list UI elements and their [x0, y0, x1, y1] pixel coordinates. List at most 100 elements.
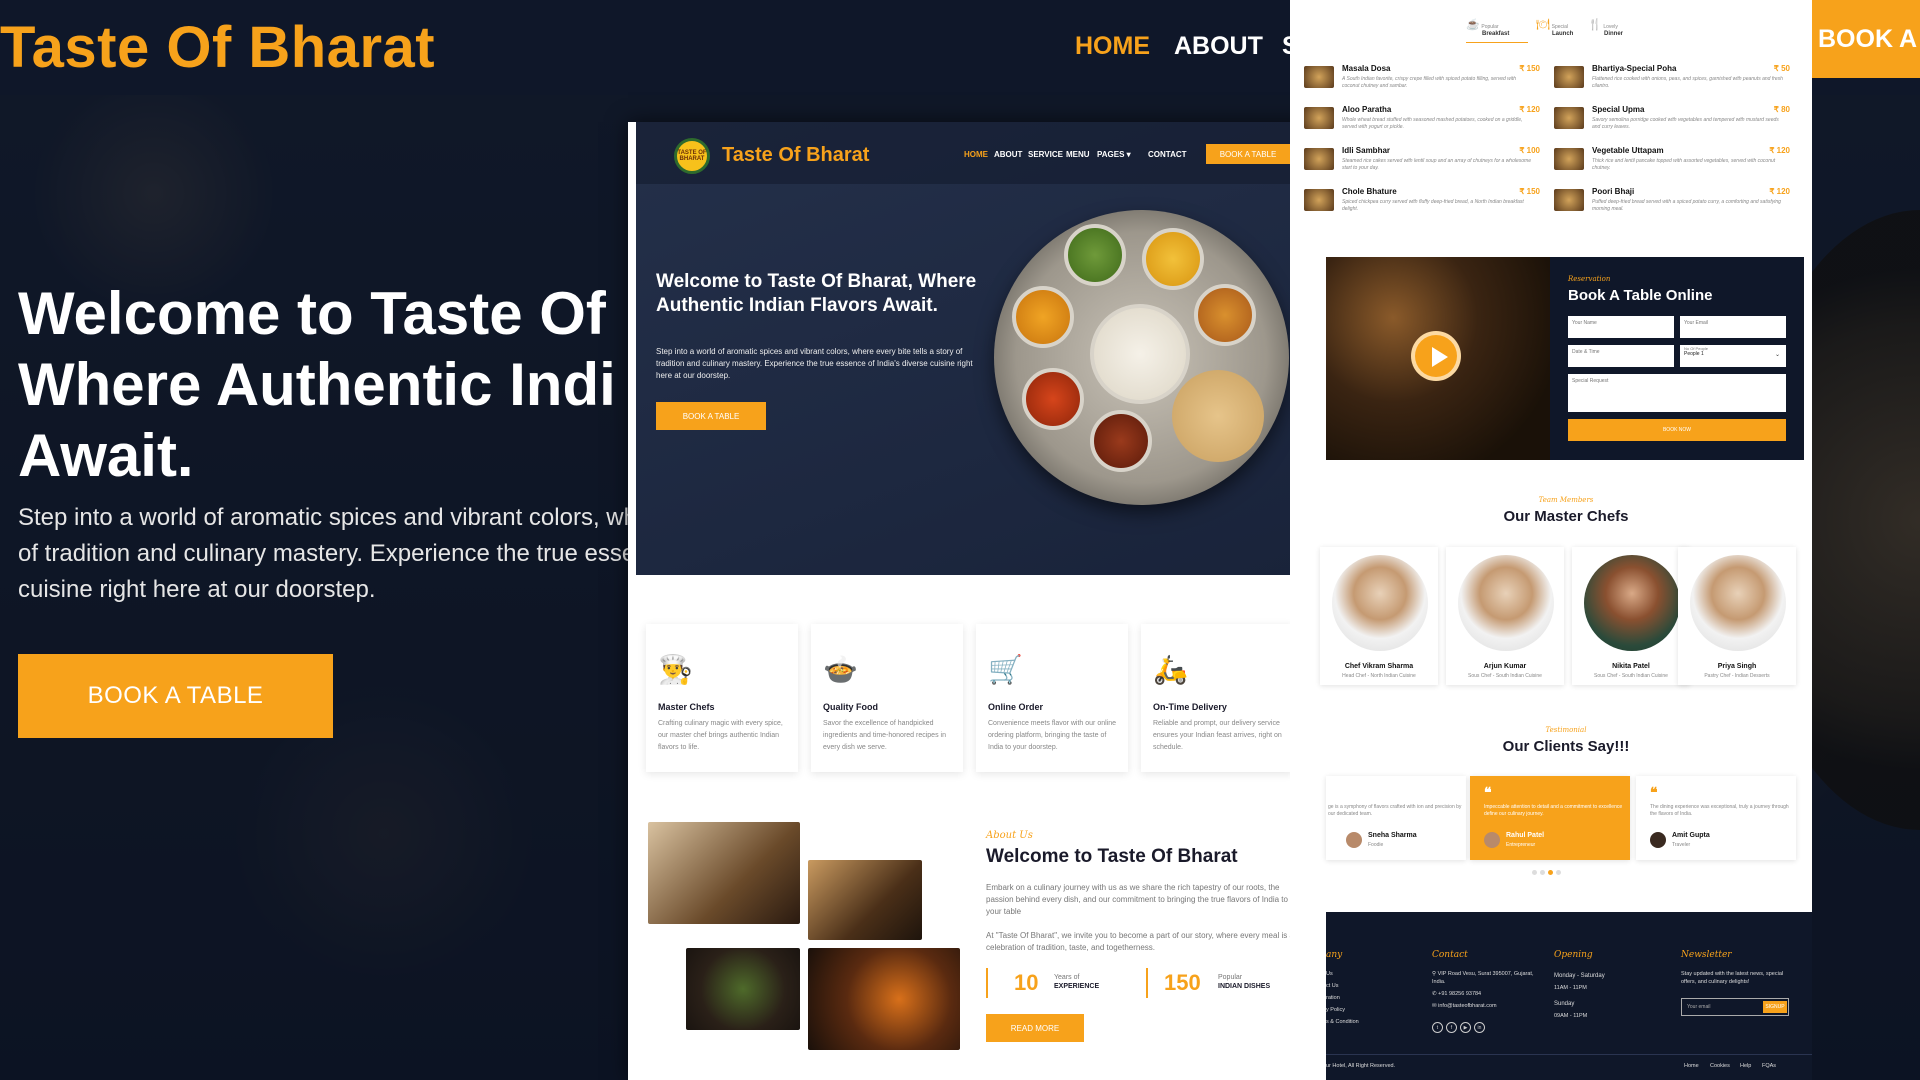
dish-name: Vegetable Uttapam [1592, 146, 1664, 155]
logo-text[interactable]: Taste Of Bharat [722, 144, 869, 167]
read-more-button[interactable]: READ MORE [986, 1014, 1084, 1042]
dish-image [1304, 189, 1334, 211]
breakfast-icon: ☕ [1466, 19, 1480, 31]
bg-book-button[interactable]: BOOK A TABLE [18, 654, 333, 738]
feature-title: Master Chefs [658, 702, 715, 712]
feature-card: 🛵 On-Time Delivery Reliable and prompt, … [1141, 624, 1293, 772]
name-field[interactable]: Your Name [1568, 316, 1674, 338]
chef-role: Head Chef - North Indian Cuisine [1342, 673, 1416, 679]
linkedin-icon[interactable]: in [1474, 1022, 1485, 1033]
footer-address-text: VIP Road Vesu, Surat 395007, Gujarat, In… [1432, 971, 1534, 985]
thali-image [994, 210, 1289, 505]
hero-text: Step into a world of aromatic spices and… [656, 347, 973, 380]
nav-home[interactable]: HOME [964, 150, 988, 159]
signup-button[interactable]: SIGNUP [1763, 1001, 1787, 1013]
footer-days-1: Monday - Saturday [1554, 973, 1605, 979]
chef-card[interactable]: Nikita Patel Sous Chef - South Indian Cui… [1572, 547, 1690, 685]
chef-card[interactable]: Chef Vikram Sharma Head Chef - North Indi… [1320, 547, 1438, 685]
menu-tab-lunch[interactable]: 🍽 Special Launch [1536, 18, 1573, 37]
testimonial-role: Traveler [1672, 842, 1691, 848]
footer-days-2: Sunday [1554, 1001, 1575, 1007]
dish-name: Aloo Paratha [1342, 105, 1392, 114]
avatar [1484, 832, 1500, 848]
footer-link[interactable]: ct Us [1326, 982, 1339, 990]
chef-card[interactable]: Arjun Kumar Sous Chef - South Indian Cuis… [1446, 547, 1564, 685]
stat-years-number: 10 [1014, 970, 1039, 995]
twitter-icon[interactable]: t [1432, 1022, 1443, 1033]
menu-item[interactable]: Masala Dosa ₹ 150 A South Indian favorite,… [1304, 64, 1544, 104]
about-paragraph-2: At "Taste Of Bharat", we invite you to b… [986, 931, 1294, 952]
book-now-button[interactable]: BOOK NOW [1568, 419, 1786, 441]
datetime-field[interactable]: Date & Time [1568, 345, 1674, 367]
copyright: ur Hotel, All Right Reserved. [1326, 1063, 1396, 1069]
hero-book-button[interactable]: BOOK A TABLE [656, 402, 766, 430]
bg-book-button-right[interactable]: BOOK A TA [1810, 0, 1920, 78]
avatar [1458, 555, 1554, 651]
footer-bottom-link[interactable]: Cookies [1710, 1062, 1730, 1070]
footer-bottom-link[interactable]: Home [1684, 1062, 1699, 1070]
stat-divider [986, 968, 988, 998]
menu-tab-breakfast[interactable]: ☕ Popular Breakfast [1466, 18, 1509, 37]
nav-pages[interactable]: PAGES ▾ [1097, 150, 1131, 159]
menu-tab-dinner[interactable]: 🍴 Lovely Dinner [1588, 18, 1623, 37]
tab-lunch-label: Launch [1552, 31, 1574, 37]
nav-book-button[interactable]: BOOK A TABLE [1206, 144, 1290, 164]
people-select[interactable]: No Of People People 1 ⌄ [1680, 345, 1786, 367]
play-icon[interactable] [1411, 331, 1461, 381]
menu-item[interactable]: Poori Bhaji ₹ 120 Puffed deep-fried bread … [1554, 187, 1794, 227]
dinner-icon: 🍴 [1588, 19, 1602, 31]
menu-item[interactable]: Vegetable Uttapam ₹ 120 Thick rice and len… [1554, 146, 1794, 186]
footer-link[interactable]: y Policy [1326, 1006, 1345, 1014]
dish-image [1554, 148, 1584, 170]
footer-hours-1: 11AM - 11PM [1554, 985, 1587, 991]
dish-image [1304, 148, 1334, 170]
special-request-field[interactable]: Special Request [1568, 374, 1786, 412]
footer-link[interactable]: Us [1326, 970, 1333, 978]
menu-item[interactable]: Aloo Paratha ₹ 120 Whole wheat bread stuff… [1304, 105, 1544, 145]
quote-icon: ❝ [1650, 784, 1658, 800]
nav-service[interactable]: SERVICE [1028, 150, 1063, 159]
chef-card[interactable]: Priya Singh Pastry Chef - Indian Desserts [1678, 547, 1796, 685]
nav-about[interactable]: ABOUT [994, 150, 1022, 159]
cart-icon: 🛒 [988, 654, 1023, 685]
dish-desc: Flattened rice cooked with onions, peas,… [1592, 76, 1783, 89]
footer-link[interactable]: ration [1326, 994, 1340, 1002]
menu-item[interactable]: Idli Sambhar ₹ 100 Steamed rice cakes serv… [1304, 146, 1544, 186]
logo-badge[interactable]: TASTE OF BHARAT [674, 138, 710, 174]
carousel-dot[interactable] [1540, 870, 1545, 875]
stat-dishes-label: INDIAN DISHES [1218, 983, 1271, 990]
scooter-icon: 🛵 [1153, 654, 1188, 685]
team-tag: Team Members [1538, 496, 1594, 504]
dish-image [1554, 189, 1584, 211]
youtube-icon[interactable]: ▶ [1460, 1022, 1471, 1033]
bg-nav-about[interactable]: ABOUT [1174, 32, 1263, 61]
bg-nav-home[interactable]: HOME [1075, 32, 1150, 61]
carousel-dot-active[interactable] [1548, 870, 1553, 875]
dish-image [1554, 107, 1584, 129]
footer-bottom-link[interactable]: FQAs [1762, 1062, 1776, 1070]
facebook-icon[interactable]: f [1446, 1022, 1457, 1033]
dish-name: Poori Bhaji [1592, 187, 1635, 196]
carousel-dot[interactable] [1556, 870, 1561, 875]
testimonial-name: Sneha Sharma [1368, 832, 1417, 839]
testimonial-name: Rahul Patel [1506, 832, 1545, 839]
email-field[interactable]: Your Email [1680, 316, 1786, 338]
nav-menu[interactable]: MENU [1066, 150, 1090, 159]
dish-desc: Steamed rice cakes served with lentil so… [1342, 158, 1531, 171]
footer-bottom-link[interactable]: Help [1740, 1062, 1751, 1070]
chef-role: Sous Chef - South Indian Cuisine [1468, 673, 1542, 679]
menu-item[interactable]: Special Upma ₹ 80 Savory semolina porridge… [1554, 105, 1794, 145]
menu-item[interactable]: Bhartiya-Special Poha ₹ 50 Flattened rice … [1554, 64, 1794, 104]
carousel-dot[interactable] [1532, 870, 1537, 875]
people-select-value: People 1 [1684, 351, 1704, 357]
testimonial-card: ge is a symphony of flavors crafted with… [1326, 776, 1466, 860]
bg-logo[interactable]: Taste Of Bharat [0, 14, 435, 81]
palak-paneer-image [686, 948, 800, 1030]
footer-address: ⚲ VIP Road Vesu, Surat 395007, Gujarat, … [1432, 970, 1542, 986]
stat-divider [1146, 968, 1148, 998]
avatar [1332, 555, 1428, 651]
dish-desc: Savory semolina porridge cooked with veg… [1592, 117, 1779, 130]
nav-contact[interactable]: CONTACT [1148, 150, 1187, 159]
footer-link[interactable]: s & Condition [1326, 1018, 1359, 1026]
menu-item[interactable]: Chole Bhature ₹ 150 Spiced chickpea curry … [1304, 187, 1544, 227]
